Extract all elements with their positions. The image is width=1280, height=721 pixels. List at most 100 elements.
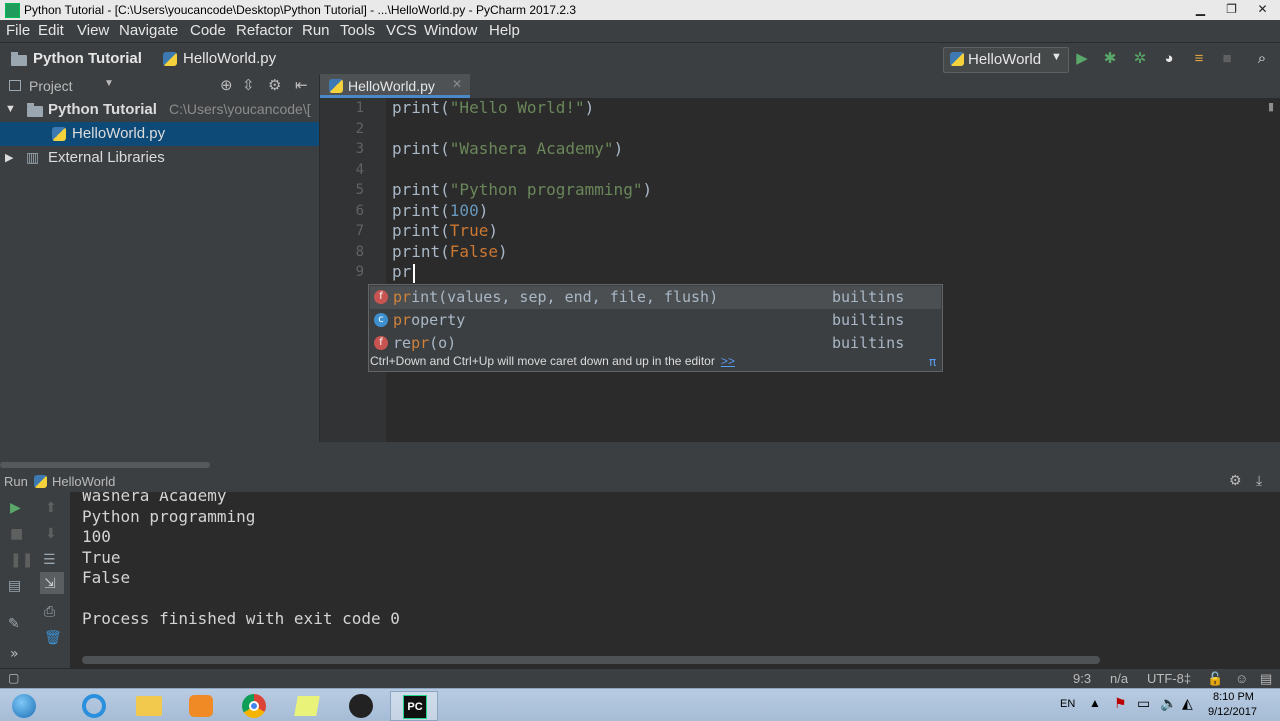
project-tree: ▼ Python Tutorial C:\Users\youcancode\[ … — [0, 98, 319, 460]
breadcrumb-project[interactable]: Python Tutorial — [33, 50, 142, 67]
coverage-icon[interactable]: ✲ — [1132, 51, 1148, 67]
chrome-icon[interactable] — [230, 691, 278, 721]
obs-icon[interactable] — [337, 691, 385, 721]
action-center-icon[interactable]: ⚑ — [1114, 695, 1127, 712]
show-hidden-icons-icon[interactable]: ▲ — [1089, 696, 1101, 710]
library-icon: ▥ — [26, 149, 40, 165]
tree-item-helloworld[interactable]: HelloWorld.py — [0, 122, 319, 146]
code-line-6: print(100) — [392, 201, 489, 220]
completion-item-property[interactable]: c property builtins — [370, 309, 941, 332]
menu-view[interactable]: View — [77, 22, 109, 39]
menu-help[interactable]: Help — [489, 22, 520, 39]
window-title: Python Tutorial - [C:\Users\youcancode\D… — [24, 3, 577, 17]
completion-item-repr[interactable]: f repr(o) builtins — [370, 332, 941, 355]
chevron-down-icon: ▼ — [1051, 51, 1062, 63]
navigation-bar: Python Tutorial HelloWorld.py HelloWorld… — [0, 42, 1280, 76]
menu-vcs[interactable]: VCS — [386, 22, 417, 39]
up-arrow-icon[interactable]: ⬆ — [0, 496, 70, 520]
pycharm-taskbar-icon[interactable]: PC — [390, 691, 438, 721]
code-line-5: print("Python programming") — [392, 180, 653, 199]
soft-wrap-icon[interactable]: ☰ — [0, 548, 70, 572]
network-icon[interactable]: ◭ — [1182, 695, 1193, 712]
console-scrollbar[interactable] — [82, 656, 1100, 664]
tree-file-label: HelloWorld.py — [72, 125, 166, 142]
collapsed-arrow-icon[interactable]: ▶ — [5, 151, 13, 164]
run-panel-label[interactable]: Run — [4, 474, 28, 489]
menu-window[interactable]: Window — [424, 22, 477, 39]
chevron-down-icon[interactable]: ▼ — [104, 78, 114, 89]
completion-more-link[interactable]: >> — [721, 354, 735, 368]
expanded-arrow-icon[interactable]: ▼ — [5, 103, 16, 115]
project-root-path: C:\Users\youcancode\[ — [169, 101, 311, 117]
profile-icon[interactable]: ◕ — [1161, 51, 1177, 67]
hide-panel-icon[interactable]: ⤓ — [1256, 472, 1262, 489]
run-toolbar: ▶ ⬆ ■ ⬇ ❚❚ ☰ ▤ ⇲ ⎙ ✎ 🗑 » — [0, 492, 70, 668]
caret-position[interactable]: 9:3 — [1073, 671, 1091, 686]
editor-bottom-area — [0, 442, 1280, 472]
run-panel-header: Run HelloWorld ⚙ ⤓ — [0, 472, 1280, 492]
menu-edit[interactable]: Edit — [38, 22, 64, 39]
file-encoding[interactable]: UTF-8‡ — [1147, 671, 1191, 686]
scroll-to-end-icon[interactable]: ⇲ — [40, 572, 64, 594]
line-number: 7 — [355, 223, 364, 239]
down-arrow-icon[interactable]: ⬇ — [0, 522, 70, 546]
language-indicator[interactable]: EN — [1060, 698, 1075, 710]
run-config-select[interactable]: HelloWorld ▼ — [943, 47, 1069, 73]
inspector-icon[interactable]: ☺ — [1235, 671, 1248, 686]
media-player-icon[interactable] — [177, 691, 225, 721]
console-line: Python programming — [82, 507, 256, 526]
close-icon[interactable]: ✕ — [1249, 0, 1276, 18]
completion-name: repr(o) — [393, 334, 457, 352]
line-number: 8 — [355, 244, 364, 260]
event-log-icon[interactable]: ▤ — [1260, 671, 1272, 687]
debug-icon[interactable]: ✱ — [1102, 51, 1118, 67]
tab-helloworld[interactable]: HelloWorld.py ✕ — [320, 74, 470, 98]
internet-explorer-icon[interactable] — [70, 691, 118, 721]
restore-icon[interactable]: ❐ — [1218, 0, 1245, 18]
completion-pi-icon[interactable]: π — [929, 355, 936, 369]
more-icon[interactable]: » — [0, 642, 70, 666]
completion-item-print[interactable]: f print(values, sep, end, file, flush) b… — [370, 286, 941, 309]
line-separator[interactable]: n/a — [1110, 671, 1128, 686]
toggle-tool-windows-icon[interactable]: ▢ — [8, 671, 19, 685]
tree-item-external-libraries[interactable]: ▶ ▥ External Libraries — [0, 146, 319, 170]
run-console[interactable]: Washera Academy Python programming 100 T… — [70, 492, 1280, 668]
menu-code[interactable]: Code — [190, 22, 226, 39]
display-icon[interactable]: ▭ — [1137, 695, 1150, 712]
collapse-all-icon[interactable]: ⇳ — [242, 76, 255, 94]
close-tab-icon[interactable]: ✕ — [452, 77, 462, 91]
horizontal-scrollbar[interactable] — [0, 462, 210, 468]
run-icon[interactable]: ▶ — [1074, 51, 1090, 67]
breadcrumb-file[interactable]: HelloWorld.py — [183, 50, 276, 67]
project-panel-title[interactable]: Project — [29, 78, 73, 94]
line-number: 6 — [355, 203, 364, 219]
menu-bar: File Edit View Navigate Code Refactor Ru… — [0, 20, 1280, 42]
menu-file[interactable]: File — [6, 22, 30, 39]
function-icon: f — [374, 336, 388, 350]
lock-icon[interactable]: 🔓 — [1207, 671, 1223, 687]
concurrency-icon[interactable]: ≡ — [1191, 51, 1207, 67]
sticky-notes-icon[interactable] — [283, 691, 331, 721]
gear-icon[interactable]: ⚙ — [1229, 472, 1242, 489]
line-number: 1 — [355, 100, 364, 116]
tree-item-project-root[interactable]: ▼ Python Tutorial C:\Users\youcancode\[ — [0, 98, 319, 122]
menu-refactor[interactable]: Refactor — [236, 22, 293, 39]
file-explorer-icon[interactable] — [124, 691, 172, 721]
gear-icon[interactable]: ⚙ — [268, 76, 281, 94]
menu-navigate[interactable]: Navigate — [119, 22, 178, 39]
text-caret — [413, 264, 415, 283]
clock-time[interactable]: 8:10 PM — [1213, 691, 1254, 703]
search-icon[interactable]: ⌕ — [1254, 51, 1270, 67]
volume-icon[interactable]: 🔈 — [1160, 695, 1177, 712]
code-editor[interactable]: print("Hello World!") print("Washera Aca… — [386, 98, 1280, 442]
scroll-from-source-icon[interactable]: ⊕ — [220, 76, 233, 94]
hide-panel-icon[interactable]: ⇤ — [295, 76, 308, 94]
clock-date[interactable]: 9/12/2017 — [1208, 706, 1257, 718]
start-button[interactable] — [4, 691, 44, 721]
run-config-name: HelloWorld — [52, 474, 116, 489]
console-line: Washera Academy — [82, 492, 227, 505]
menu-tools[interactable]: Tools — [340, 22, 375, 39]
menu-run[interactable]: Run — [302, 22, 330, 39]
stop-icon[interactable]: ■ — [1219, 51, 1235, 67]
minimize-icon[interactable]: ▁ — [1187, 0, 1214, 18]
